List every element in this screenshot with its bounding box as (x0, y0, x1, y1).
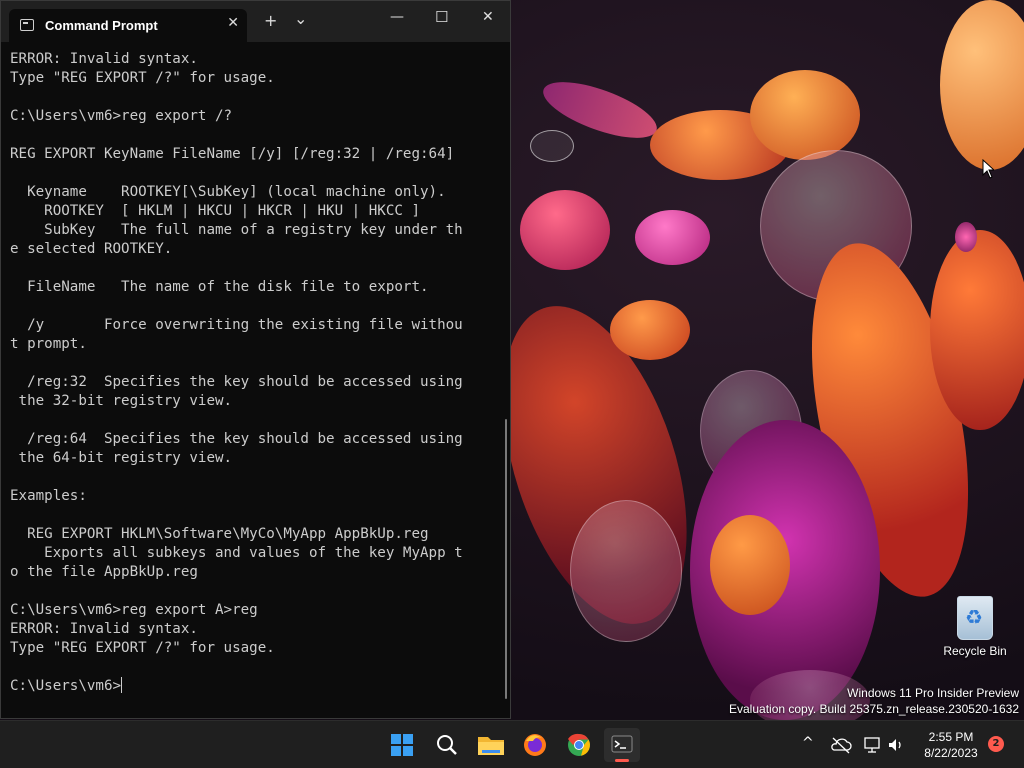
network-icon[interactable] (862, 735, 882, 755)
console-line: ERROR: Invalid syntax. (10, 621, 198, 637)
console-line: e selected ROOTKEY. (10, 241, 173, 257)
chrome-button[interactable] (561, 728, 597, 762)
recycle-bin-icon (957, 596, 993, 640)
console-line: t prompt. (10, 336, 87, 352)
firefox-button[interactable] (517, 728, 553, 762)
console-line: o the file AppBkUp.reg (10, 564, 198, 580)
minimize-button[interactable]: — (390, 9, 404, 25)
title-bar[interactable]: Command Prompt ✕ + ⌄ — ☐ ✕ (1, 1, 510, 42)
watermark-line-2: Evaluation copy. Build 25375.zn_release.… (729, 702, 1019, 716)
console-line: SubKey The full name of a registry key u… (10, 222, 463, 238)
terminal-window[interactable]: Command Prompt ✕ + ⌄ — ☐ ✕ ERROR: Invali… (0, 0, 511, 719)
console-line: ERROR: Invalid syntax. (10, 51, 198, 67)
tab-title: Command Prompt (45, 18, 158, 33)
maximize-button[interactable]: ☐ (435, 8, 448, 26)
console-icon (20, 19, 34, 31)
console-line: FileName The name of the disk file to ex… (10, 279, 429, 295)
firefox-icon (524, 734, 546, 756)
notification-badge[interactable]: 2 (988, 736, 1004, 752)
clock[interactable]: 2:55 PM 8/22/2023 (912, 729, 990, 761)
chrome-icon (568, 733, 590, 756)
console-output[interactable]: ERROR: Invalid syntax. Type "REG EXPORT /… (10, 50, 500, 696)
volume-icon[interactable] (886, 735, 906, 755)
console-line: REG EXPORT HKLM\Software\MyCo\MyApp AppB… (10, 526, 429, 542)
terminal-icon (611, 735, 633, 753)
console-line: the 32-bit registry view. (10, 393, 233, 409)
show-hidden-icons-button[interactable]: ^ (802, 735, 814, 751)
taskbar: ^ 2:55 PM 8/22/2023 (0, 720, 1024, 768)
file-explorer-button[interactable] (473, 728, 509, 762)
console-line: Type "REG EXPORT /?" for usage. (10, 640, 275, 656)
console-prompt: C:\Users\vm6> (10, 678, 122, 694)
active-app-indicator (615, 759, 629, 762)
windows-watermark: Windows 11 Pro Insider Preview Evaluatio… (729, 685, 1019, 717)
start-button[interactable] (384, 728, 420, 762)
clock-date: 8/22/2023 (924, 746, 978, 760)
text-cursor (121, 677, 123, 693)
close-tab-icon[interactable]: ✕ (227, 15, 239, 31)
tab-command-prompt[interactable]: Command Prompt ✕ (9, 9, 247, 42)
recycle-bin-shortcut[interactable]: Recycle Bin (940, 596, 1010, 658)
console-line: Keyname ROOTKEY[\SubKey] (local machine … (10, 184, 446, 200)
close-window-button[interactable]: ✕ (482, 9, 494, 25)
console-line: the 64-bit registry view. (10, 450, 233, 466)
tab-dropdown-button[interactable]: ⌄ (294, 9, 307, 28)
recycle-bin-label: Recycle Bin (943, 644, 1007, 658)
folder-icon (478, 737, 504, 755)
mouse-pointer-icon (982, 159, 994, 179)
console-line: /y Force overwriting the existing file w… (10, 317, 463, 333)
console-prompt-line[interactable]: C:\Users\vm6> (10, 677, 500, 696)
windows-logo-icon (391, 734, 413, 756)
clock-time: 2:55 PM (928, 730, 974, 744)
search-button[interactable] (429, 728, 465, 762)
search-icon (437, 735, 457, 755)
watermark-line-1: Windows 11 Pro Insider Preview (847, 686, 1019, 700)
console-line: C:\Users\vm6>reg export /? (10, 108, 233, 124)
scrollbar[interactable] (505, 419, 507, 699)
console-line: Examples: (10, 488, 87, 504)
console-line: ROOTKEY [ HKLM | HKCU | HKCR | HKU | HKC… (10, 203, 420, 219)
console-line: Type "REG EXPORT /?" for usage. (10, 70, 275, 86)
console-line: Exports all subkeys and values of the ke… (10, 545, 463, 561)
console-line: REG EXPORT KeyName FileName [/y] [/reg:3… (10, 146, 455, 162)
onedrive-offline-icon[interactable] (830, 735, 852, 755)
console-line: /reg:64 Specifies the key should be acce… (10, 431, 463, 447)
new-tab-button[interactable]: + (264, 11, 277, 30)
console-line: C:\Users\vm6>reg export A>reg (10, 602, 258, 618)
console-line: /reg:32 Specifies the key should be acce… (10, 374, 463, 390)
terminal-button[interactable] (604, 728, 640, 762)
